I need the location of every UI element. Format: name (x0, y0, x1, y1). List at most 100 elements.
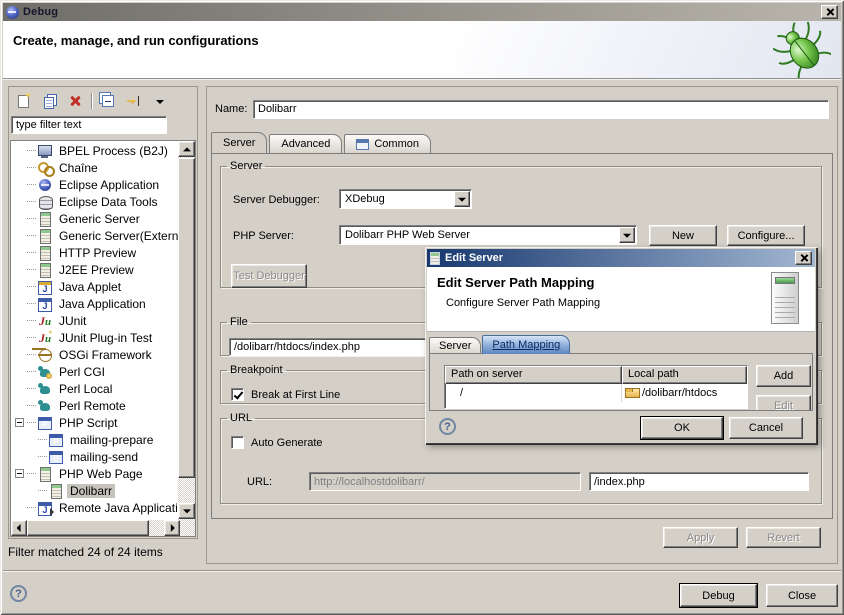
tree-item[interactable]: PHP Script (11, 414, 179, 431)
php-script-icon (49, 450, 64, 464)
java-applet-icon (38, 280, 53, 294)
dialog-close-button[interactable] (795, 251, 812, 265)
tree-item[interactable]: Generic Server (11, 210, 179, 227)
auto-generate-label: Auto Generate (251, 437, 323, 449)
scroll-down-button[interactable] (178, 503, 195, 519)
menu-dropdown-icon (156, 100, 164, 104)
tab-server-settings[interactable]: Server (429, 337, 481, 354)
debug-button[interactable]: Debug (680, 584, 757, 607)
test-debugger-button[interactable]: Test Debugger (231, 264, 307, 288)
tree-item[interactable]: Generic Server(External La (11, 227, 179, 244)
dropdown-button[interactable] (619, 227, 635, 243)
dialog-heading: Edit Server Path Mapping (427, 267, 815, 290)
perl-cgi-icon (38, 365, 53, 379)
toolbar-separator (91, 93, 92, 109)
close-button[interactable]: Close (766, 584, 838, 607)
osgi-framework-icon (38, 348, 53, 362)
perl-icon (38, 399, 53, 413)
tree-item[interactable]: Eclipse Application (11, 176, 179, 193)
tab-advanced[interactable]: Advanced (269, 134, 342, 153)
help-button[interactable] (10, 585, 27, 602)
revert-button[interactable]: Revert (746, 527, 821, 548)
eclipse-logo-icon (6, 6, 19, 19)
collapse-expander-icon[interactable] (15, 418, 24, 427)
delete-icon (69, 95, 81, 107)
tree-item[interactable]: Perl Local (11, 380, 179, 397)
dropdown-button[interactable] (454, 191, 470, 207)
window-close-button[interactable] (821, 5, 838, 19)
duplicate-button[interactable] (39, 91, 59, 111)
scrollbar-thumb[interactable] (27, 520, 149, 536)
url-path-input[interactable] (589, 472, 809, 491)
debug-configurations-window: Debug Create, manage, and run configurat… (0, 0, 844, 615)
add-mapping-button[interactable]: Add (756, 365, 811, 387)
tree-item[interactable]: Remote Java Application (11, 499, 179, 516)
vertical-scrollbar[interactable] (178, 141, 195, 536)
php-server-select[interactable]: Dolibarr PHP Web Server (339, 225, 637, 245)
close-icon (799, 254, 808, 263)
edit-mapping-button[interactable]: Edit (756, 395, 811, 411)
name-input[interactable] (253, 100, 829, 119)
break-first-line-checkbox[interactable] (231, 388, 244, 401)
debug-bug-icon (773, 22, 831, 78)
duplicate-icon (44, 97, 54, 109)
column-header-local-path[interactable]: Local path (622, 366, 747, 384)
horizontal-scrollbar[interactable] (11, 520, 180, 536)
dialog-titlebar: Edit Server (427, 249, 815, 267)
tab-server[interactable]: Server (211, 132, 267, 153)
tree-item[interactable]: Chaîne (11, 159, 179, 176)
php-web-page-icon (38, 467, 53, 481)
edit-server-dialog: Edit Server Edit Server Path Mapping Con… (425, 247, 817, 444)
filter-input[interactable] (11, 116, 167, 134)
configure-server-button[interactable]: Configure... (727, 225, 805, 246)
cancel-button[interactable]: Cancel (729, 417, 803, 439)
new-configuration-icon (18, 95, 29, 108)
apply-button[interactable]: Apply (663, 527, 738, 548)
bpel-process-icon (38, 144, 53, 158)
tree-item[interactable]: Perl Remote (11, 397, 179, 414)
tree-item[interactable]: Perl CGI (11, 363, 179, 380)
tree-item[interactable]: BPEL Process (B2J) (11, 142, 179, 159)
tree-item[interactable]: mailing-prepare (11, 431, 179, 448)
dialog-title: Edit Server (445, 252, 503, 264)
scrollbar-thumb[interactable] (178, 158, 195, 478)
collapse-expander-icon[interactable] (15, 469, 24, 478)
chain-icon (38, 161, 53, 175)
name-label: Name: (215, 103, 253, 115)
delete-button[interactable] (65, 91, 85, 111)
column-header-path-on-server[interactable]: Path on server (445, 366, 622, 384)
tree-item[interactable]: JUnit (11, 312, 179, 329)
url-base-input[interactable] (309, 472, 581, 491)
tab-common[interactable]: Common (344, 134, 431, 153)
help-button[interactable] (439, 418, 456, 435)
tree-item[interactable]: J2EE Preview (11, 261, 179, 278)
tree-item[interactable]: mailing-send (11, 448, 179, 465)
tree-item[interactable]: PHP Web Page (11, 465, 179, 482)
tree-item[interactable]: OSGi Framework (11, 346, 179, 363)
filter-button[interactable] (124, 91, 144, 111)
tree-item[interactable]: Eclipse Data Tools (11, 193, 179, 210)
table-row[interactable]: / /dolibarr/htdocs (445, 384, 747, 402)
break-first-line-label: Break at First Line (251, 389, 340, 401)
new-configuration-button[interactable] (13, 91, 33, 111)
server-debugger-select[interactable]: XDebug (339, 189, 472, 209)
server-icon (38, 246, 53, 260)
new-server-button[interactable]: New (649, 225, 717, 246)
tree-item[interactable]: HTTP Preview (11, 244, 179, 261)
java-application-icon (38, 297, 53, 311)
tree-item[interactable]: Java Applet (11, 278, 179, 295)
tree-item[interactable]: Java Application (11, 295, 179, 312)
scroll-right-button[interactable] (164, 520, 180, 536)
ok-button[interactable]: OK (641, 417, 723, 439)
scroll-up-button[interactable] (178, 141, 195, 157)
config-tabs: Server Advanced Common (211, 132, 433, 153)
auto-generate-checkbox[interactable] (231, 436, 244, 449)
window-titlebar: Debug (3, 3, 841, 21)
scroll-left-button[interactable] (11, 520, 27, 536)
tree-item[interactable]: JUnit Plug-in Test (11, 329, 179, 346)
tab-path-mapping[interactable]: Path Mapping (482, 335, 570, 354)
tree-item-selected[interactable]: Dolibarr (11, 482, 179, 499)
collapse-all-button[interactable] (98, 91, 118, 111)
toolbar-menu-button[interactable] (150, 91, 170, 111)
filter-status-text: Filter matched 24 of 24 items (8, 545, 163, 559)
